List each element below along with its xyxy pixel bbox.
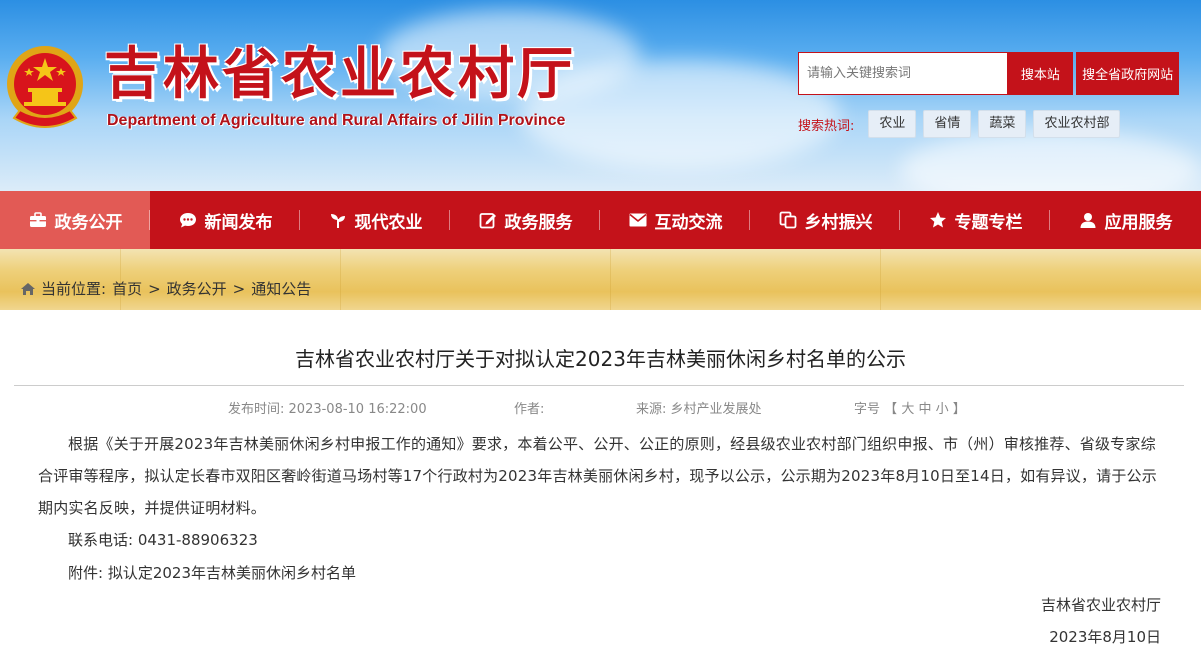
nav-item-government-services[interactable]: 政务服务 (450, 191, 600, 249)
signature: 吉林省农业农村厅 (1040, 596, 1161, 614)
contact-phone: 0431-88906323 (137, 531, 258, 549)
font-size-label: 字号 (854, 402, 881, 417)
banner-texture (880, 249, 881, 310)
chat-bubble-icon (178, 210, 198, 230)
breadcrumb-notices[interactable]: 通知公告 (251, 278, 311, 299)
edit-icon (478, 210, 498, 230)
copy-icon (778, 210, 798, 230)
nav-item-application-services[interactable]: 应用服务 (1050, 191, 1200, 249)
font-size-medium-button[interactable]: 中 (918, 402, 931, 417)
hot-tag-ministry[interactable]: 农业农村部 (1033, 110, 1121, 138)
meta-source-label: 来源: (636, 402, 667, 417)
meta-font-size: 字号 【 大 中 小 】 (854, 398, 966, 417)
home-icon (21, 282, 35, 295)
breadcrumb-label: 当前位置: (41, 280, 107, 298)
hot-tag-agriculture[interactable]: 农业 (868, 110, 917, 138)
title-divider (14, 385, 1184, 386)
breadcrumb-separator: > (232, 279, 246, 298)
meta-date-label: 发布时间: (228, 402, 285, 417)
nav-item-label: 乡村振兴 (804, 212, 873, 233)
sign-date: 2023年8月10日 (1049, 628, 1161, 646)
banner-texture (610, 249, 611, 310)
nav-item-news[interactable]: 新闻发布 (150, 191, 300, 249)
nav-item-government-affairs[interactable]: 政务公开 (0, 191, 150, 249)
site-title: 吉林省农业农村厅 (104, 41, 576, 107)
nav-item-modern-agriculture[interactable]: 现代农业 (300, 191, 450, 249)
star-icon (928, 210, 948, 230)
briefcase-icon (28, 210, 48, 230)
article-body: 根据《关于开展2023年吉林美丽休闲乡村申报工作的通知》要求，本着公平、公开、公… (38, 435, 1157, 517)
attachment-label: 附件: (68, 564, 104, 582)
contact-label: 联系电话: (68, 531, 134, 549)
hot-keywords-label: 搜索热词: (798, 118, 855, 134)
breadcrumb-home[interactable]: 首页 (112, 278, 142, 299)
meta-date-value: 2023-08-10 16:22:00 (288, 402, 427, 417)
breadcrumb-separator: > (148, 279, 161, 298)
nav-item-interaction[interactable]: 互动交流 (600, 191, 750, 249)
breadcrumb-government-affairs[interactable]: 政务公开 (167, 278, 227, 299)
attachment-line: 附件: 拟认定2023年吉林美丽休闲乡村名单 (68, 562, 356, 583)
meta-date: 发布时间: 2023-08-10 16:22:00 (228, 398, 427, 417)
bracket-close: 】 (952, 402, 966, 417)
meta-author: 作者: (514, 398, 544, 417)
national-emblem-icon (7, 46, 83, 128)
search-site-button[interactable]: 搜本站 (1007, 52, 1074, 95)
breadcrumb: 当前位置: 首页 > 政务公开 > 通知公告 (20, 278, 311, 299)
contact-line: 联系电话: 0431-88906323 (68, 529, 258, 550)
hot-keywords: 搜索热词: 农业 省情 蔬菜 农业农村部 (798, 110, 1127, 138)
nav-item-label: 应用服务 (1104, 212, 1173, 233)
nav-item-label: 现代农业 (354, 212, 423, 233)
font-size-large-button[interactable]: 大 (901, 402, 914, 417)
hot-tag-province-info[interactable]: 省情 (923, 110, 972, 138)
hot-tag-vegetables[interactable]: 蔬菜 (978, 110, 1027, 138)
search-box: 搜本站 搜全省政府网站 (798, 52, 1179, 95)
envelope-icon (628, 210, 648, 230)
article-title: 吉林省农业农村厅关于对拟认定2023年吉林美丽休闲乡村名单的公示 (295, 347, 906, 371)
nav-item-rural-revitalization[interactable]: 乡村振兴 (750, 191, 900, 249)
bracket-open: 【 (884, 402, 898, 417)
meta-source-value: 乡村产业发展处 (670, 402, 762, 417)
sprout-icon (328, 210, 348, 230)
site-subtitle: Department of Agriculture and Rural Affa… (107, 112, 566, 129)
nav-item-label: 政务公开 (54, 212, 123, 233)
nav-item-label: 新闻发布 (204, 212, 273, 233)
attachment-link[interactable]: 拟认定2023年吉林美丽休闲乡村名单 (108, 564, 356, 582)
nav-item-special-topics[interactable]: 专题专栏 (900, 191, 1050, 249)
user-icon (1078, 210, 1098, 230)
nav-item-label: 专题专栏 (954, 212, 1023, 233)
meta-source: 来源: 乡村产业发展处 (636, 398, 762, 417)
cloud-decoration (900, 130, 1200, 191)
nav-item-label: 互动交流 (654, 212, 723, 233)
nav-item-label: 政务服务 (504, 212, 573, 233)
search-province-button[interactable]: 搜全省政府网站 (1076, 52, 1179, 95)
site-header: 吉林省农业农村厅 Department of Agriculture and R… (0, 0, 1201, 191)
meta-author-label: 作者: (514, 402, 545, 417)
banner-texture (340, 249, 341, 310)
main-nav: 政务公开 新闻发布 现代农业 政务服务 互动交流 乡村振兴 专题专栏 应用服务 (0, 191, 1201, 249)
font-size-small-button[interactable]: 小 (936, 402, 949, 417)
search-input[interactable] (798, 52, 1008, 95)
